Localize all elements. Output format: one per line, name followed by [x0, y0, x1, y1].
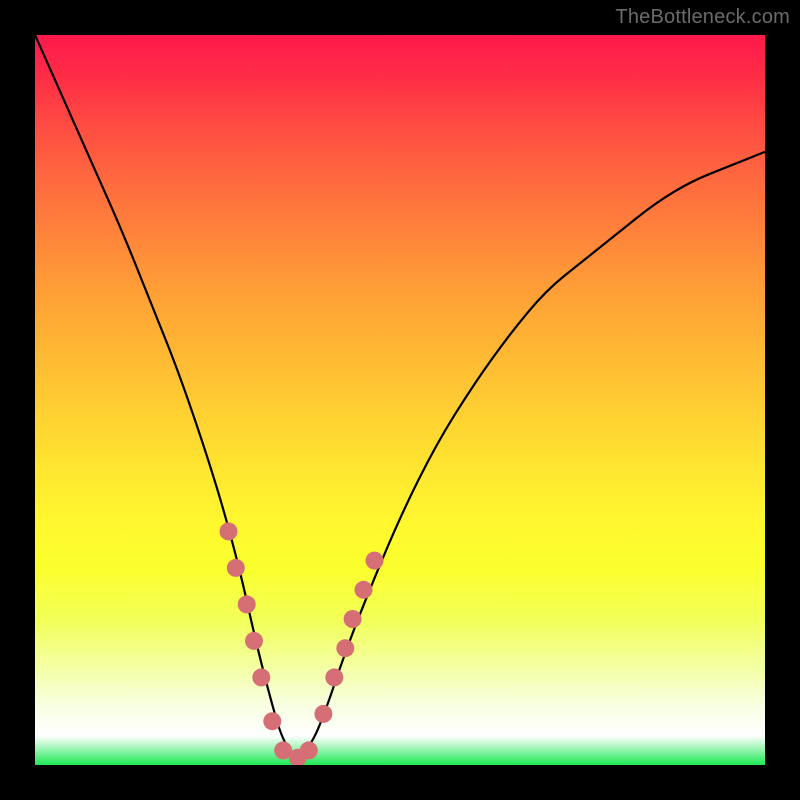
optimal-dot: [220, 522, 238, 540]
curve-layer: [35, 35, 765, 765]
chart-stage: TheBottleneck.com: [0, 0, 800, 800]
optimal-dot: [314, 705, 332, 723]
near-optimal-dots: [220, 522, 384, 765]
optimal-dot: [263, 712, 281, 730]
optimal-dot: [325, 668, 343, 686]
optimal-dot: [336, 639, 354, 657]
watermark-text: TheBottleneck.com: [615, 6, 790, 29]
optimal-dot: [300, 741, 318, 759]
optimal-dot: [274, 741, 292, 759]
optimal-dot: [289, 749, 307, 765]
optimal-dot: [366, 552, 384, 570]
optimal-dot: [355, 581, 373, 599]
optimal-dot: [238, 595, 256, 613]
plot-area: [35, 35, 765, 765]
optimal-dot: [344, 610, 362, 628]
optimal-dot: [227, 559, 245, 577]
bottleneck-curve: [35, 35, 765, 754]
optimal-dot: [252, 668, 270, 686]
optimal-dot: [245, 632, 263, 650]
